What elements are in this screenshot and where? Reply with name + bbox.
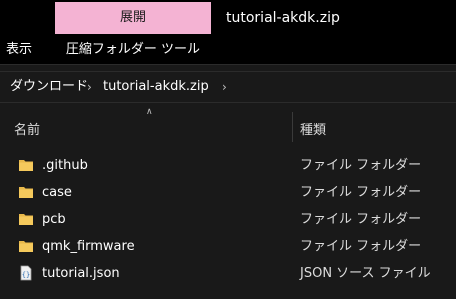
- file-name: pcb: [42, 212, 66, 227]
- json-file-icon: {}: [20, 265, 32, 281]
- svg-text:{}: {}: [22, 271, 30, 279]
- extract-context-tab[interactable]: 展開: [55, 2, 211, 34]
- list-item[interactable]: .github ファイル フォルダー: [0, 152, 456, 179]
- chevron-right-icon[interactable]: ›: [87, 72, 92, 102]
- file-type: ファイル フォルダー: [300, 158, 422, 173]
- file-explorer-window: 展開 tutorial-akdk.zip 表示 圧縮フォルダー ツール ダウンロ…: [0, 0, 456, 299]
- breadcrumb[interactable]: ダウンロード › tutorial-akdk.zip ›: [0, 71, 456, 103]
- column-name[interactable]: 名前: [14, 119, 40, 138]
- sort-up-icon: ∧: [146, 107, 153, 117]
- file-type: ファイル フォルダー: [300, 185, 422, 200]
- list-item[interactable]: case ファイル フォルダー: [0, 179, 456, 206]
- file-name: .github: [42, 158, 88, 173]
- folder-icon: [19, 160, 33, 171]
- address-bar: ダウンロード › tutorial-akdk.zip ›: [0, 66, 456, 107]
- file-type: ファイル フォルダー: [300, 239, 422, 254]
- column-divider[interactable]: [292, 112, 293, 142]
- breadcrumb-zip[interactable]: tutorial-akdk.zip: [103, 72, 209, 102]
- file-name: case: [42, 185, 72, 200]
- list-item[interactable]: pcb ファイル フォルダー: [0, 206, 456, 233]
- file-name: qmk_firmware: [42, 239, 135, 254]
- folder-icon: [19, 241, 33, 252]
- file-name: tutorial.json: [42, 266, 120, 281]
- file-type: ファイル フォルダー: [300, 212, 422, 227]
- folder-icon: [19, 214, 33, 225]
- tab-view[interactable]: 表示: [6, 36, 32, 64]
- chevron-right-icon[interactable]: ›: [222, 72, 227, 102]
- breadcrumb-downloads[interactable]: ダウンロード: [10, 72, 88, 102]
- column-type[interactable]: 種類: [300, 119, 326, 138]
- title-bar: 展開 tutorial-akdk.zip: [0, 0, 456, 36]
- column-header: ∧ 名前 種類: [0, 107, 456, 147]
- file-list: .github ファイル フォルダー case ファイル フォルダー pcb フ…: [0, 152, 456, 287]
- tab-compressed-folder-tools[interactable]: 圧縮フォルダー ツール: [55, 36, 211, 64]
- file-type: JSON ソース ファイル: [300, 266, 431, 281]
- folder-icon: [19, 187, 33, 198]
- ribbon-tabs: 表示 圧縮フォルダー ツール: [0, 36, 456, 65]
- list-item[interactable]: {} tutorial.json JSON ソース ファイル: [0, 260, 456, 287]
- list-item[interactable]: qmk_firmware ファイル フォルダー: [0, 233, 456, 260]
- window-title: tutorial-akdk.zip: [226, 10, 340, 26]
